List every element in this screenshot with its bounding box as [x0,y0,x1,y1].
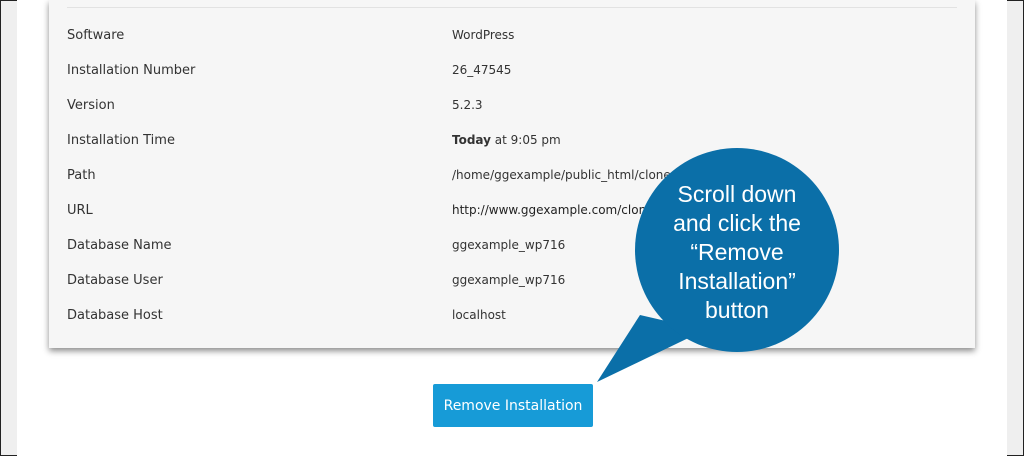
callout-line: “Remove [690,239,784,265]
detail-value-rest: at 9:05 pm [490,133,561,147]
callout-line: button [705,297,769,323]
callout-line: Scroll down [677,181,797,207]
installation-details-card: Software WordPress Installation Number 2… [49,0,975,348]
detail-value: ggexample_wp716 [452,273,566,287]
detail-value: ggexample_wp716 [452,238,566,252]
detail-row-software: Software WordPress [49,18,975,53]
card-divider [67,7,957,8]
detail-value: 26_47545 [452,63,512,77]
detail-label: Software [67,28,125,43]
detail-label: URL [67,203,93,218]
detail-label: Database Host [67,308,163,323]
detail-row-version: Version 5.2.3 [49,88,975,123]
detail-label: Version [67,98,115,113]
detail-row-installation-number: Installation Number 26_47545 [49,53,975,88]
detail-row-installation-time: Installation Time Today at 9:05 pm [49,123,975,158]
detail-label: Path [67,168,96,183]
detail-value: 5.2.3 [452,98,483,112]
detail-value: /home/ggexample/public_html/clone [452,168,671,182]
detail-value: Today at 9:05 pm [452,123,561,158]
detail-label: Installation Time [67,133,175,148]
detail-label: Database Name [67,238,172,253]
callout-line: and click the [673,210,801,236]
detail-value: WordPress [452,28,515,42]
callout-text: Scroll down and click the “Remove Instal… [647,180,827,325]
remove-installation-button[interactable]: Remove Installation [433,384,593,427]
detail-value-link[interactable]: http://www.ggexample.com/clone [452,193,654,228]
detail-row-url: URL http://www.ggexample.com/clone [49,193,975,228]
detail-row-database-user: Database User ggexample_wp716 [49,263,975,298]
detail-label: Database User [67,273,163,288]
detail-row-path: Path /home/ggexample/public_html/clone [49,158,975,193]
detail-row-database-host: Database Host localhost [49,298,975,333]
detail-value-emphasis: Today [452,133,491,147]
detail-row-database-name: Database Name ggexample_wp716 [49,228,975,263]
callout-line: Installation” [678,268,796,294]
detail-label: Installation Number [67,63,196,78]
detail-value: localhost [452,308,506,322]
